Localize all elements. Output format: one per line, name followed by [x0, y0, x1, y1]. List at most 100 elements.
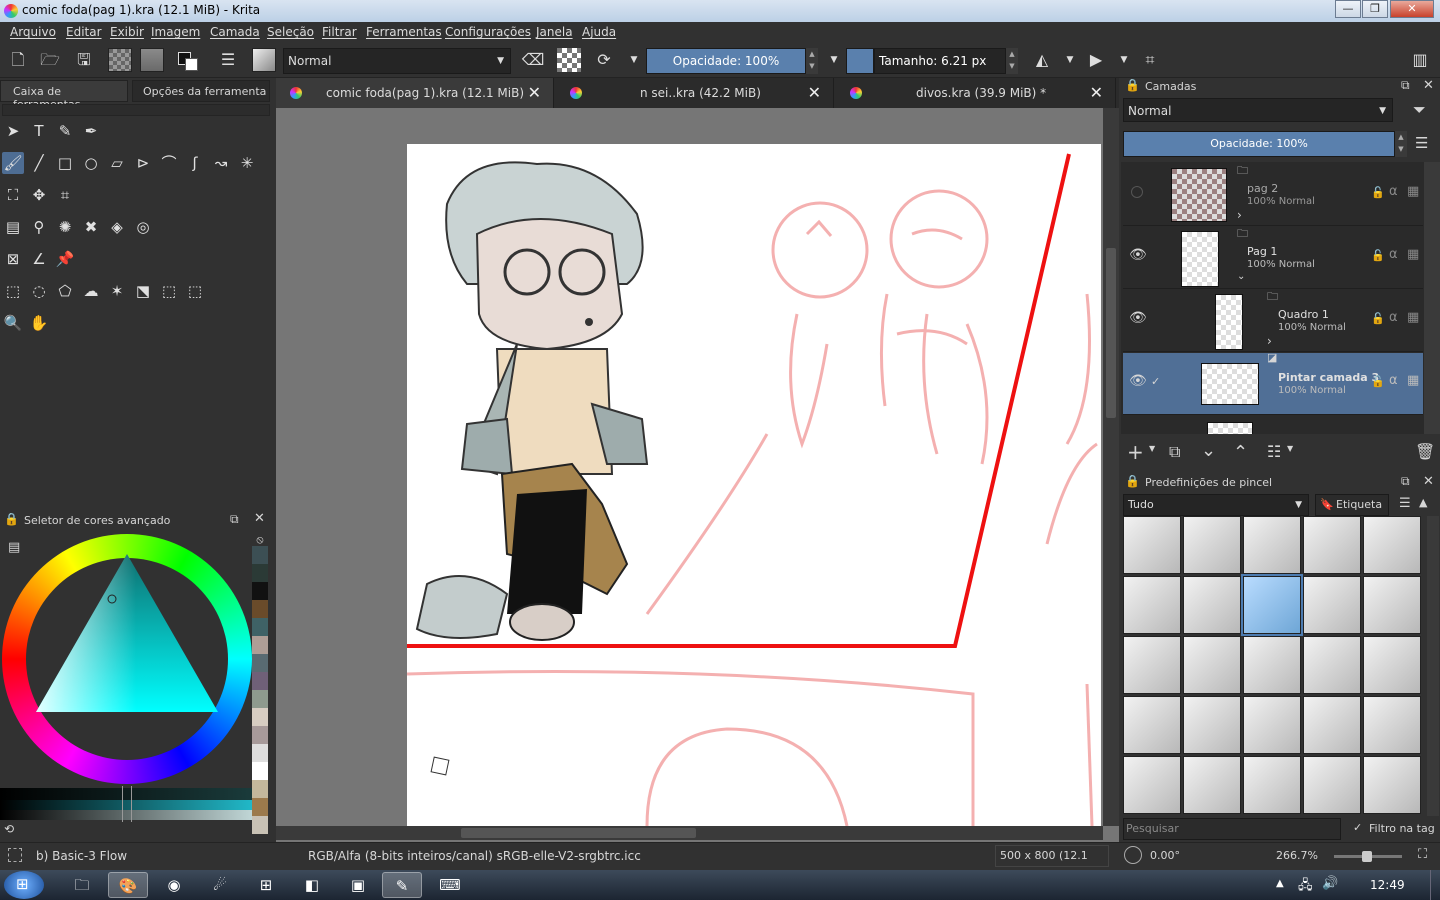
view-list-icon[interactable]: ☰ [1399, 496, 1411, 511]
lock-icon[interactable]: 🔒 [1125, 474, 1140, 488]
alpha-lock-icon[interactable]: α [1389, 184, 1398, 199]
inherit-alpha-icon[interactable]: ▦ [1407, 247, 1419, 262]
chevron-down-icon[interactable]: ▼ [1058, 48, 1082, 72]
assistant-icon[interactable]: ⊠ [2, 248, 24, 270]
inherit-alpha-icon[interactable]: ▦ [1407, 373, 1419, 388]
lock-icon[interactable]: 🔓 [1371, 249, 1385, 262]
eye-icon[interactable]: 👁 [1129, 247, 1147, 263]
brush-preset-ink-2[interactable] [1183, 636, 1241, 694]
color-triangle[interactable] [2, 534, 252, 784]
chevron-right-icon[interactable]: › [1237, 208, 1242, 222]
bezier-tool-icon[interactable]: ⌒ [158, 152, 180, 174]
reload-preset-icon[interactable]: ⟳ [592, 48, 616, 72]
menu-filtrar[interactable]: Filtrar [322, 25, 357, 39]
preserve-alpha-icon[interactable] [557, 48, 581, 72]
network-icon[interactable]: 🖧 [1298, 876, 1313, 898]
brush-preset-blender[interactable] [1243, 516, 1301, 574]
new-document-icon[interactable]: 🗋 [6, 48, 30, 72]
chevron-down-icon[interactable]: ▼ [1287, 444, 1293, 453]
visibility-off-icon[interactable] [1131, 186, 1143, 198]
reference-images-icon[interactable]: 📌 [54, 248, 76, 270]
windows-store-taskbar-icon[interactable]: ⊞ [246, 872, 286, 898]
volume-icon[interactable]: 🔊 [1322, 876, 1338, 891]
explorer-taskbar-icon[interactable]: 🗀 [62, 872, 102, 898]
layer-scrollbar[interactable] [1424, 162, 1440, 434]
rotation-icon[interactable] [1124, 846, 1142, 864]
chevron-down-icon[interactable]: ▼ [822, 48, 846, 72]
chevron-down-icon[interactable]: ▼ [1149, 444, 1155, 453]
layer-row-pintar-camada-3[interactable]: 👁 ✓ ◪ Pintar camada 3 100% Normal 🔓 α ▦ [1123, 351, 1423, 415]
brush-preset-eraser-soft[interactable] [1183, 516, 1241, 574]
reset-icon[interactable]: ⟲ [4, 822, 14, 836]
chevron-down-icon[interactable]: ▼ [622, 48, 646, 72]
opacity-slider[interactable]: Opacidade: 100% [646, 48, 806, 74]
open-folder-icon[interactable]: 🗁 [38, 48, 62, 72]
crop-tool-icon[interactable]: ⌗ [54, 184, 76, 206]
ellipse-select-icon[interactable]: ◌ [28, 280, 50, 302]
similar-select-icon[interactable]: ⬔ [132, 280, 154, 302]
duplicate-layer-icon[interactable]: ⧉ [1169, 442, 1180, 462]
color-history-strip[interactable]: ⦸ [252, 534, 268, 834]
tag-button[interactable]: 🔖 Etiqueta [1315, 494, 1389, 516]
eye-icon[interactable]: 👁 [1129, 373, 1147, 389]
horizontal-scrollbar[interactable] [276, 826, 1103, 840]
float-panel-icon[interactable]: ⧉ [230, 512, 239, 527]
inherit-alpha-icon[interactable]: ▦ [1407, 184, 1419, 199]
add-layer-icon[interactable]: + [1127, 440, 1144, 464]
ellipse-tool-icon[interactable]: ○ [80, 152, 102, 174]
eye-icon[interactable]: 👁 [1129, 310, 1147, 326]
mirror-vertical-icon[interactable]: ▶ [1084, 48, 1108, 72]
measure-tool-icon[interactable]: ∠ [28, 248, 50, 270]
brush-search-input[interactable]: Pesquisar [1123, 818, 1341, 840]
pattern-swatch-icon[interactable] [140, 48, 164, 72]
checkmark-icon[interactable]: ✓ [1151, 375, 1160, 388]
mirror-horizontal-icon[interactable]: ◭ [1030, 48, 1054, 72]
brush-preset-pen[interactable] [1363, 516, 1421, 574]
show-desktop-button[interactable] [1430, 870, 1440, 900]
save-icon[interactable]: 🖫 [72, 48, 96, 72]
lock-icon[interactable]: 🔓 [1371, 186, 1385, 199]
brush-preset-airbrush[interactable] [1303, 516, 1361, 574]
layer-properties-icon[interactable]: ☷ [1267, 442, 1281, 461]
workspace-switcher-icon[interactable]: ▥ [1408, 48, 1432, 72]
scroll-up-icon[interactable]: ▲ [1419, 496, 1427, 509]
size-slider[interactable]: Tamanho: 6.21 px [874, 48, 1006, 74]
doc-tab-comic-foda[interactable]: comic foda(pag 1).kra (12.1 MiB) ✕ [276, 78, 554, 108]
blend-mode-select[interactable]: Normal ▼ [283, 48, 511, 74]
menu-editar[interactable]: Editar [66, 25, 102, 39]
zoom-tool-icon[interactable]: 🔍 [2, 312, 24, 334]
transform-tool-icon[interactable]: ⛶ [2, 184, 24, 206]
brush-preset-basic-2[interactable] [1183, 576, 1241, 634]
wrap-around-icon[interactable]: ⌗ [1138, 48, 1162, 72]
select-shapes-icon[interactable]: ➤ [2, 120, 24, 142]
menu-imagem[interactable]: Imagem [151, 25, 200, 39]
pan-tool-icon[interactable]: ✋ [28, 312, 50, 334]
doc-tab-n-sei[interactable]: n sei..kra (42.2 MiB) ✕ [556, 78, 834, 108]
inherit-alpha-icon[interactable]: ▦ [1407, 310, 1419, 325]
brush-preset-pencil-1[interactable] [1303, 636, 1361, 694]
layer-opacity-spin[interactable]: ▲ ▼ [1395, 131, 1407, 157]
brush-settings-icon[interactable]: ☰ [216, 48, 240, 72]
brush-preset-basic-3-flow[interactable] [1241, 574, 1303, 636]
brush-preset-fineliner[interactable] [1243, 756, 1301, 814]
lock-icon[interactable]: 🔒 [1125, 78, 1140, 92]
calligraphy-icon[interactable]: ✒ [80, 120, 102, 142]
close-tab-icon[interactable]: ✕ [1090, 78, 1103, 108]
paint-taskbar-icon[interactable]: 🎨 [108, 872, 148, 898]
delete-layer-icon[interactable]: 🗑 [1415, 442, 1435, 461]
float-panel-icon[interactable]: ⧉ [1401, 78, 1410, 93]
close-panel-icon[interactable]: ✕ [1423, 78, 1434, 93]
krita-taskbar-icon[interactable]: ✎ [382, 872, 422, 898]
float-panel-icon[interactable]: ⧉ [1401, 474, 1410, 489]
chevron-right-icon[interactable]: › [1267, 334, 1272, 348]
dynamic-brush-icon[interactable]: ↝ [210, 152, 232, 174]
brush-preset-basic-4[interactable] [1303, 576, 1361, 634]
brush-preset-charcoal[interactable] [1123, 756, 1181, 814]
app-taskbar-icon[interactable]: ☄ [200, 872, 240, 898]
tag-filter-checkbox[interactable]: ✓ [1353, 821, 1362, 834]
chrome-taskbar-icon[interactable]: ◉ [154, 872, 194, 898]
brush-preset-pencil-hb[interactable] [1243, 696, 1301, 754]
move-down-icon[interactable]: ⌄ [1201, 440, 1216, 461]
close-panel-icon[interactable]: ✕ [1423, 474, 1434, 489]
maximize-button[interactable]: ❐ [1362, 0, 1388, 18]
